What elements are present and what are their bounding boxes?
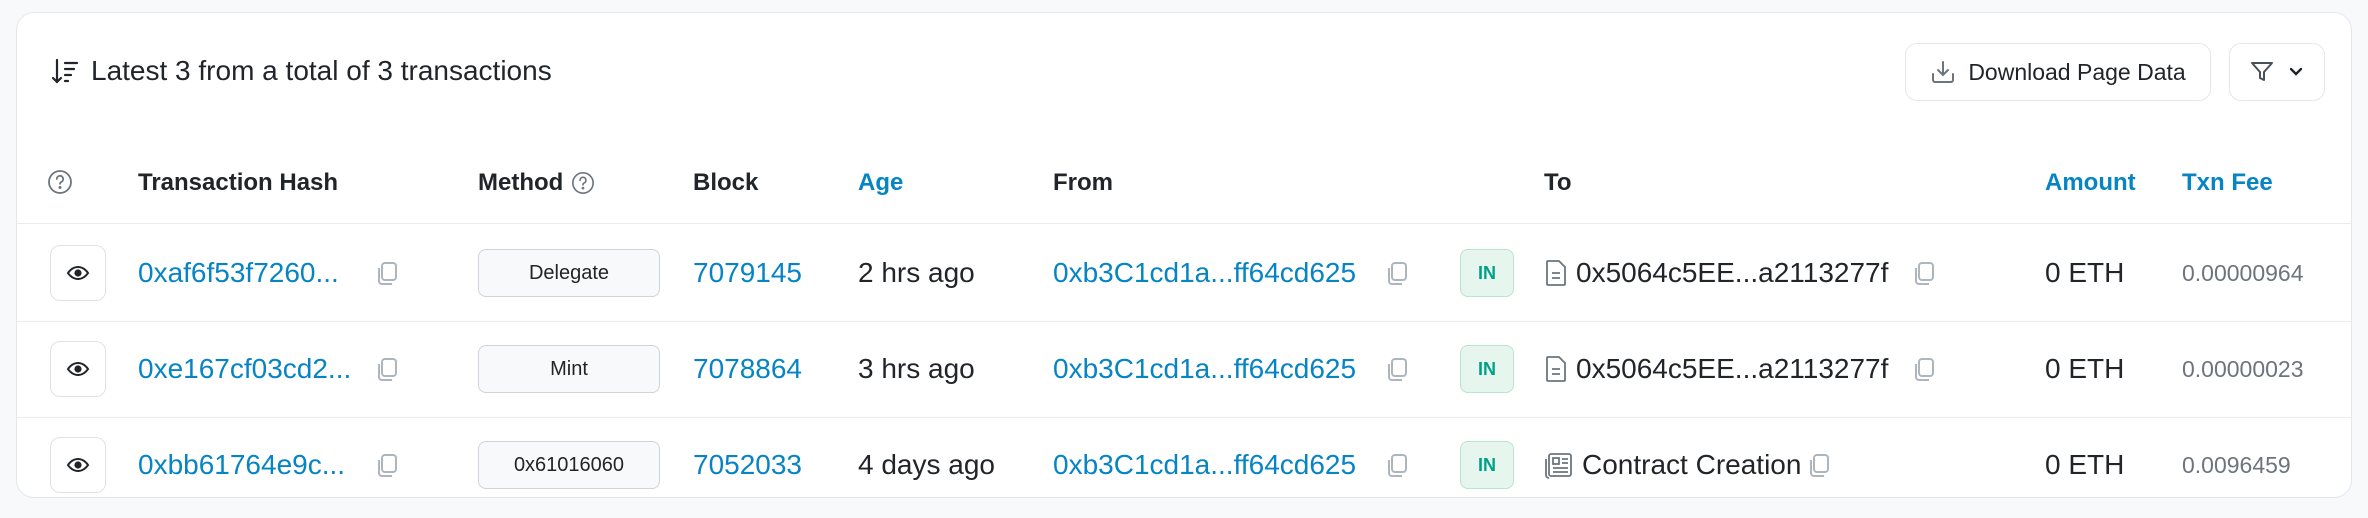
download-label: Download Page Data (1968, 58, 2186, 85)
direction-badge: IN (1460, 441, 1514, 489)
view-details-button[interactable] (50, 437, 106, 493)
method-badge: Mint (478, 345, 660, 393)
to-address[interactable]: 0x5064c5EE...a2113277f (1576, 353, 1888, 385)
chevron-down-icon (2287, 63, 2305, 81)
col-to: To (1544, 169, 1572, 196)
contract-file-icon (1544, 259, 1568, 287)
block-link[interactable]: 7052033 (693, 449, 802, 481)
copy-icon[interactable] (373, 451, 401, 479)
help-icon[interactable] (47, 169, 73, 195)
to-address[interactable]: 0x5064c5EE...a2113277f (1576, 257, 1888, 289)
age-text: 4 days ago (858, 449, 995, 480)
copy-icon[interactable] (373, 355, 401, 383)
col-from: From (1053, 169, 1113, 196)
to-cell: 0x5064c5EE...a2113277f (1544, 321, 1938, 417)
copy-icon[interactable] (1383, 259, 1411, 287)
contract-creation-icon (1544, 451, 1574, 479)
tx-hash-link[interactable]: 0xaf6f53f7260... (138, 257, 339, 289)
from-address-link[interactable]: 0xb3C1cd1a...ff64cd625 (1053, 257, 1356, 289)
contract-file-icon (1544, 355, 1568, 383)
table-header: Transaction Hash Method Block Age From T… (17, 143, 2351, 224)
eye-icon (66, 261, 90, 285)
copy-icon[interactable] (1383, 355, 1411, 383)
tx-hash-link[interactable]: 0xe167cf03cd2... (138, 353, 351, 385)
age-text: 3 hrs ago (858, 353, 975, 384)
txn-fee-text: 0.0096459 (2182, 451, 2291, 478)
table-row: 0xaf6f53f7260... Delegate 7079145 2 hrs … (17, 225, 2351, 322)
col-txn-fee[interactable]: Txn Fee (2182, 169, 2273, 197)
card-header: Latest 3 from a total of 3 transactions … (17, 13, 2351, 133)
to-address[interactable]: Contract Creation (1582, 449, 1801, 481)
method-badge: Delegate (478, 249, 660, 297)
sort-desc-icon (49, 55, 81, 87)
block-link[interactable]: 7079145 (693, 257, 802, 289)
filter-icon (2249, 59, 2275, 85)
age-text: 2 hrs ago (858, 257, 975, 288)
copy-icon[interactable] (373, 259, 401, 287)
method-badge: 0x61016060 (478, 441, 660, 489)
block-link[interactable]: 7078864 (693, 353, 802, 385)
amount-text: 0 ETH (2045, 257, 2125, 288)
txn-fee-text: 0.00000023 (2182, 355, 2304, 382)
to-cell: Contract Creation (1544, 417, 1833, 513)
from-address-link[interactable]: 0xb3C1cd1a...ff64cd625 (1053, 449, 1356, 481)
table-row: 0xbb61764e9c... 0x61016060 7052033 4 day… (17, 417, 2351, 513)
view-details-button[interactable] (50, 245, 106, 301)
eye-icon (66, 357, 90, 381)
col-age[interactable]: Age (858, 169, 903, 197)
tx-hash-link[interactable]: 0xbb61764e9c... (138, 449, 345, 481)
eye-icon (66, 453, 90, 477)
copy-icon[interactable] (1910, 259, 1938, 287)
view-details-button[interactable] (50, 341, 106, 397)
from-address-link[interactable]: 0xb3C1cd1a...ff64cd625 (1053, 353, 1356, 385)
download-page-data-button[interactable]: Download Page Data (1905, 43, 2211, 101)
page-title-text: Latest 3 from a total of 3 transactions (91, 55, 552, 86)
transactions-card: Latest 3 from a total of 3 transactions … (16, 12, 2352, 498)
copy-icon[interactable] (1910, 355, 1938, 383)
to-cell: 0x5064c5EE...a2113277f (1544, 225, 1938, 321)
col-method: Method (478, 169, 595, 197)
direction-badge: IN (1460, 249, 1514, 297)
copy-icon[interactable] (1383, 451, 1411, 479)
amount-text: 0 ETH (2045, 353, 2125, 384)
col-transaction-hash: Transaction Hash (138, 169, 339, 196)
download-icon (1930, 59, 1956, 85)
copy-icon[interactable] (1805, 451, 1833, 479)
col-method-label: Method (478, 169, 564, 196)
table-row: 0xe167cf03cd2... Mint 7078864 3 hrs ago … (17, 321, 2351, 418)
filter-dropdown-button[interactable] (2229, 43, 2325, 101)
page-title: Latest 3 from a total of 3 transactions (49, 55, 552, 87)
col-block: Block (693, 169, 759, 196)
direction-badge: IN (1460, 345, 1514, 393)
method-help-icon[interactable] (571, 171, 595, 195)
txn-fee-text: 0.00000964 (2182, 259, 2304, 286)
amount-text: 0 ETH (2045, 449, 2125, 480)
col-amount[interactable]: Amount (2045, 169, 2136, 197)
